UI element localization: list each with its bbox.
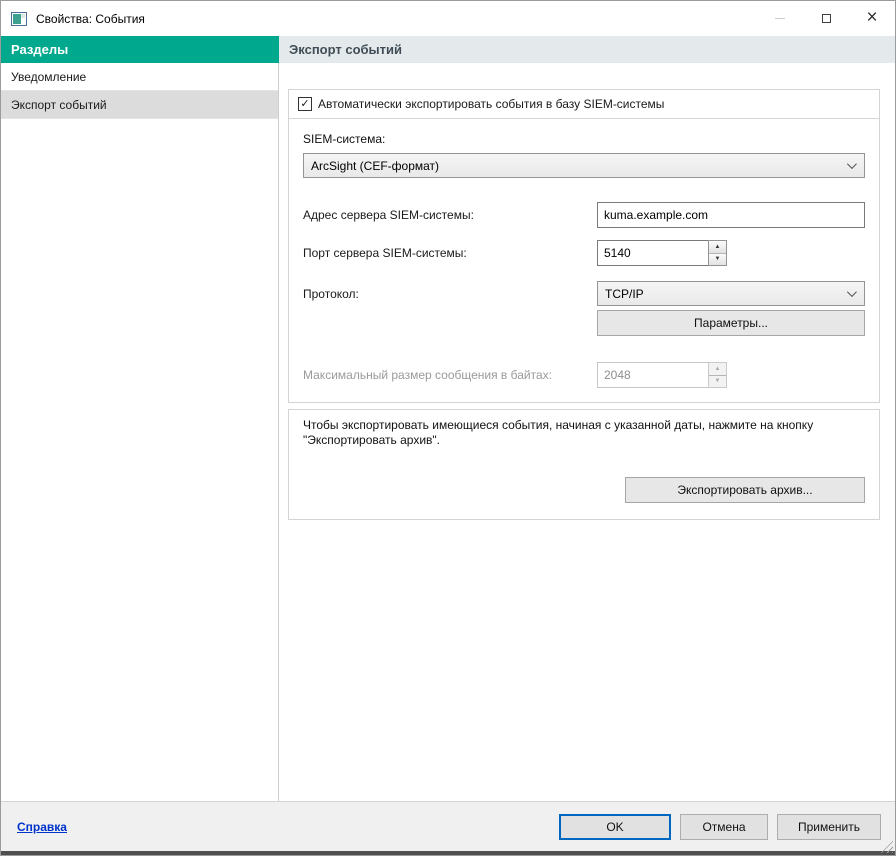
auto-export-group: ✓ Автоматически экспортировать события в… bbox=[288, 89, 880, 119]
cancel-button[interactable]: Отмена bbox=[680, 814, 768, 840]
spin-down-button: ▼ bbox=[709, 376, 726, 388]
sidebar-header: Разделы bbox=[1, 36, 279, 63]
server-address-input[interactable] bbox=[597, 202, 865, 228]
server-port-input[interactable] bbox=[597, 240, 708, 266]
max-message-size-stepper: ▲ ▼ bbox=[597, 362, 727, 388]
max-message-size-row: Максимальный размер сообщения в байтах: … bbox=[303, 362, 865, 388]
max-message-size-label: Максимальный размер сообщения в байтах: bbox=[303, 368, 552, 382]
siem-system-label: SIEM-система: bbox=[303, 132, 865, 146]
archive-export-group: Чтобы экспортировать имеющиеся события, … bbox=[288, 409, 880, 520]
parameters-button[interactable]: Параметры... bbox=[597, 310, 865, 336]
siem-settings-group: SIEM-система: ArcSight (CEF-формат) Адре… bbox=[288, 118, 880, 403]
parameters-row: Параметры... bbox=[303, 310, 865, 336]
protocol-row: Протокол: TCP/IP bbox=[303, 281, 865, 306]
protocol-value: TCP/IP bbox=[605, 287, 847, 301]
server-port-label: Порт сервера SIEM-системы: bbox=[303, 246, 467, 260]
app-icon bbox=[11, 12, 27, 26]
dialog-body: Уведомление Экспорт событий ✓ Автоматиче… bbox=[1, 63, 895, 801]
ok-button[interactable]: OK bbox=[559, 814, 671, 840]
maximize-icon bbox=[822, 14, 831, 23]
window-bottom-edge bbox=[1, 851, 895, 856]
checkmark-icon: ✓ bbox=[300, 99, 309, 110]
auto-export-checkbox[interactable]: ✓ bbox=[298, 97, 312, 111]
server-address-label: Адрес сервера SIEM-системы: bbox=[303, 208, 474, 222]
spin-up-button[interactable]: ▲ bbox=[709, 241, 726, 254]
title-bar: Свойства: События × bbox=[1, 1, 895, 36]
export-events-panel: ✓ Автоматически экспортировать события в… bbox=[279, 63, 895, 801]
chevron-down-icon bbox=[847, 159, 857, 169]
apply-button[interactable]: Применить bbox=[777, 814, 881, 840]
window-controls: × bbox=[757, 1, 895, 36]
max-message-size-input bbox=[597, 362, 708, 388]
spin-down-button[interactable]: ▼ bbox=[709, 254, 726, 266]
header-row: Разделы Экспорт событий bbox=[1, 36, 895, 63]
close-button[interactable]: × bbox=[849, 1, 895, 36]
protocol-label: Протокол: bbox=[303, 287, 359, 301]
protocol-select[interactable]: TCP/IP bbox=[597, 281, 865, 306]
minimize-icon bbox=[775, 18, 785, 19]
dialog-footer: Справка OK Отмена Применить bbox=[1, 801, 895, 851]
siem-system-select[interactable]: ArcSight (CEF-формат) bbox=[303, 153, 865, 178]
page-title: Экспорт событий bbox=[279, 36, 895, 63]
sections-list: Уведомление Экспорт событий bbox=[1, 63, 279, 801]
spinner-buttons: ▲ ▼ bbox=[708, 362, 727, 388]
archive-export-description: Чтобы экспортировать имеющиеся события, … bbox=[303, 418, 865, 448]
server-address-row: Адрес сервера SIEM-системы: bbox=[303, 202, 865, 228]
sidebar-item-export-events[interactable]: Экспорт событий bbox=[1, 91, 278, 119]
sidebar-item-label: Уведомление bbox=[11, 70, 86, 84]
export-archive-button[interactable]: Экспортировать архив... bbox=[625, 477, 865, 503]
siem-system-value: ArcSight (CEF-формат) bbox=[311, 159, 847, 173]
sidebar-item-label: Экспорт событий bbox=[11, 98, 107, 112]
maximize-button[interactable] bbox=[803, 1, 849, 36]
spinner-buttons: ▲ ▼ bbox=[708, 240, 727, 266]
server-port-stepper: ▲ ▼ bbox=[597, 240, 727, 266]
chevron-down-icon bbox=[847, 287, 857, 297]
server-port-row: Порт сервера SIEM-системы: ▲ ▼ bbox=[303, 240, 865, 266]
sidebar-item-notification[interactable]: Уведомление bbox=[1, 63, 278, 91]
properties-dialog: Свойства: События × Разделы Экспорт собы… bbox=[0, 0, 896, 856]
window-title: Свойства: События bbox=[36, 12, 145, 26]
auto-export-label: Автоматически экспортировать события в б… bbox=[318, 97, 664, 111]
minimize-button[interactable] bbox=[757, 1, 803, 36]
spin-up-button: ▲ bbox=[709, 363, 726, 376]
help-link[interactable]: Справка bbox=[17, 820, 67, 834]
